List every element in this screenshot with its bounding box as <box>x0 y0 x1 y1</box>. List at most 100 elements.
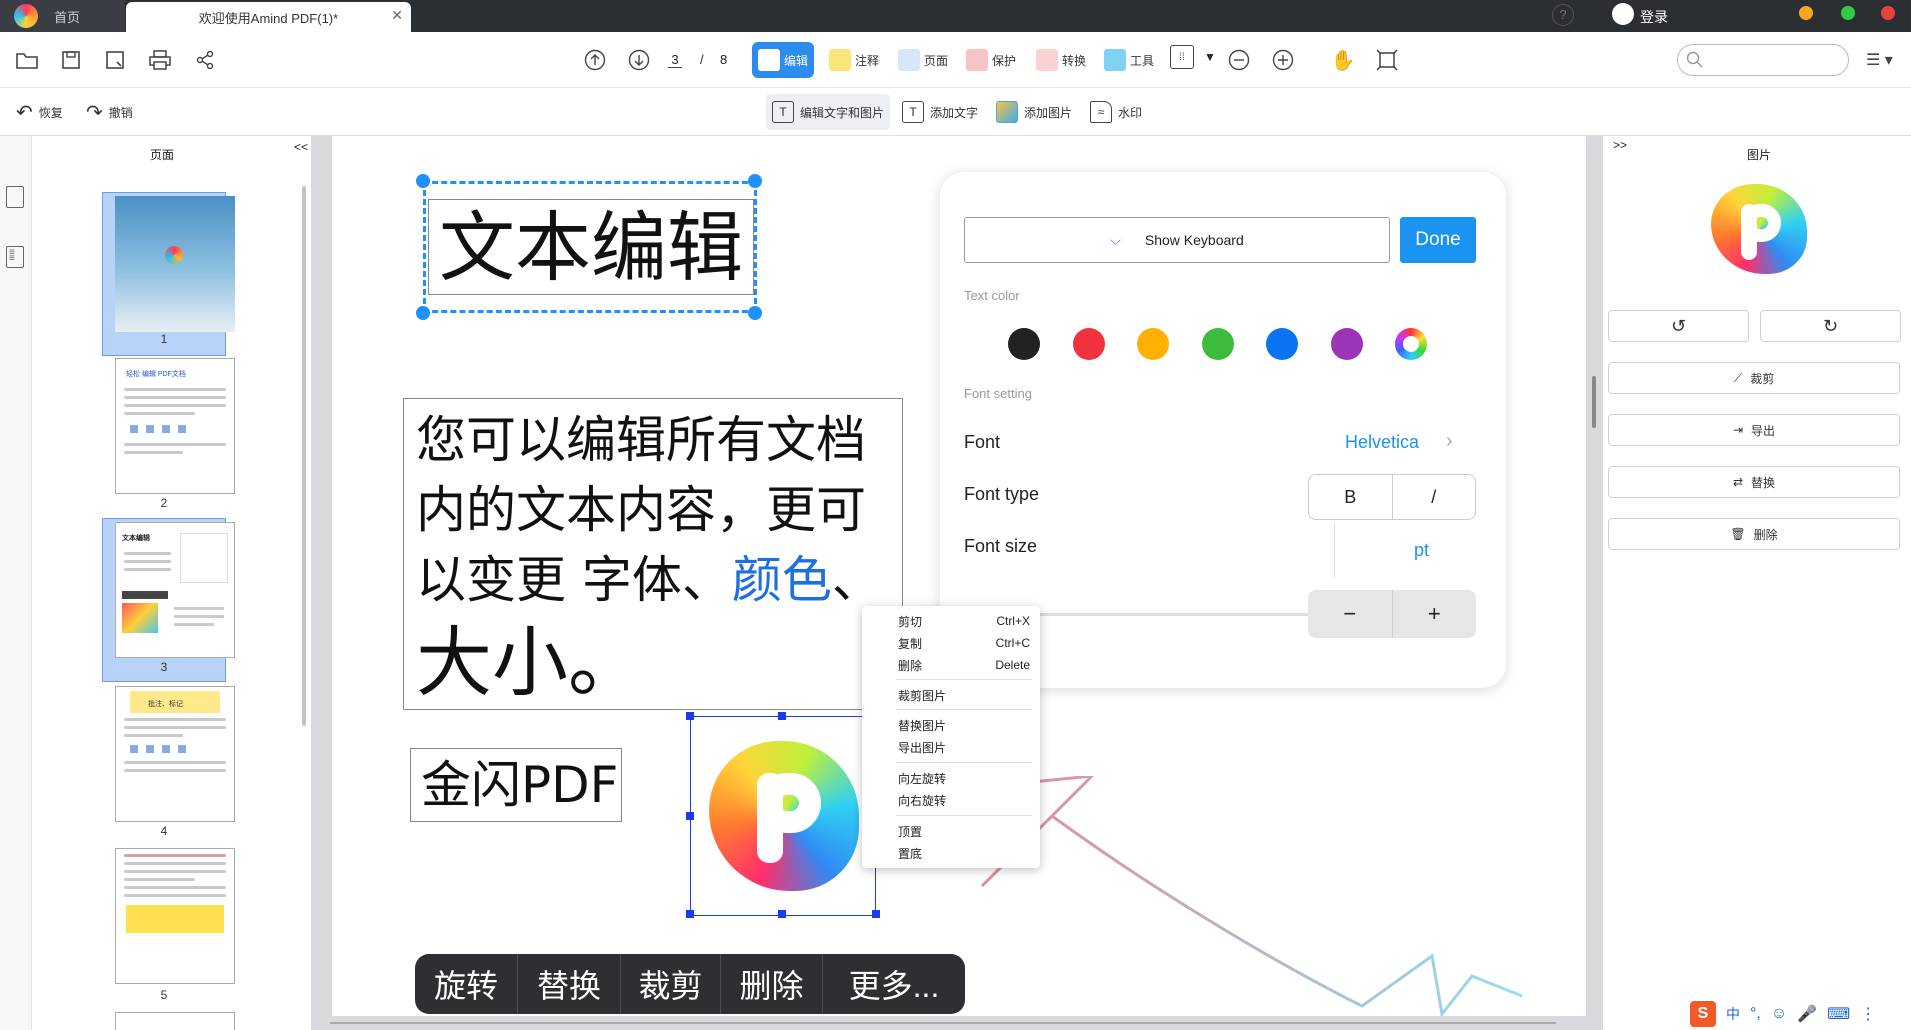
page-heading[interactable]: 文本编辑 <box>428 199 754 295</box>
selected-image[interactable] <box>690 716 876 916</box>
mode-tools[interactable]: 工具 <box>1098 42 1160 78</box>
rotate-left-button[interactable]: ↺ <box>1608 310 1749 342</box>
selection-handle[interactable] <box>416 174 430 188</box>
color-picker-icon[interactable] <box>1395 328 1427 360</box>
next-page-icon[interactable] <box>624 45 654 75</box>
previous-page-icon[interactable] <box>580 45 610 75</box>
open-folder-icon[interactable] <box>12 45 42 75</box>
menu-item-rotate-left[interactable]: 向左旋转 <box>898 767 1030 789</box>
color-swatch-blue[interactable] <box>1266 328 1298 360</box>
selection-handle[interactable] <box>748 174 762 188</box>
done-button[interactable]: Done <box>1400 217 1476 263</box>
image-handle[interactable] <box>872 910 880 918</box>
selection-handle[interactable] <box>416 306 430 320</box>
action-delete[interactable]: 删除 <box>721 954 823 1014</box>
tab-home[interactable]: 首页 <box>0 0 125 32</box>
color-swatch-purple[interactable] <box>1331 328 1363 360</box>
page-layout-icon[interactable]: ⁞⁞ <box>1170 45 1194 69</box>
mode-comment[interactable]: 注释 <box>823 42 885 78</box>
small-text-box[interactable]: 金闪PDF <box>410 748 622 822</box>
collapse-panel-button[interactable]: << <box>294 140 308 154</box>
login-button[interactable]: 登录 <box>1640 7 1668 27</box>
ime-emoji-icon[interactable]: ☺ <box>1771 1005 1787 1023</box>
image-handle[interactable] <box>686 712 694 720</box>
ime-punctuation-icon[interactable]: °, <box>1750 1005 1761 1023</box>
menu-item-crop-image[interactable]: 裁剪图片 <box>898 684 1030 706</box>
ime-language[interactable]: 中 <box>1726 1004 1740 1024</box>
menu-item-replace-image[interactable]: 替换图片 <box>898 714 1030 736</box>
thumbnail-1[interactable] <box>115 196 235 332</box>
user-avatar-icon[interactable] <box>1612 3 1634 25</box>
menu-item-delete[interactable]: 删除 Delete <box>898 654 1030 676</box>
color-swatch-green[interactable] <box>1202 328 1234 360</box>
menu-item-send-bottom[interactable]: 置底 <box>898 842 1030 864</box>
canvas-hscrollbar[interactable] <box>330 1022 1556 1024</box>
ime-menu-icon[interactable]: ⋮ <box>1860 1004 1876 1024</box>
mode-convert[interactable]: 转换 <box>1030 42 1092 78</box>
thumbnail-2[interactable]: 轻松 编辑 PDF文档 <box>115 358 235 494</box>
add-text-tool[interactable]: T 添加文字 <box>896 94 984 130</box>
color-swatch-red[interactable] <box>1073 328 1105 360</box>
layout-dropdown-icon[interactable]: ▼ <box>1204 50 1216 64</box>
redo-button[interactable]: ↷ 撤销 <box>80 94 139 130</box>
thumbnail-4[interactable]: 批注、标记 <box>115 686 235 822</box>
menu-item-copy[interactable]: 复制 Ctrl+C <box>898 632 1030 654</box>
fit-page-icon[interactable] <box>1372 45 1402 75</box>
font-size-unit[interactable]: pt <box>1414 540 1429 561</box>
menu-item-cut[interactable]: 剪切 Ctrl+X <box>898 610 1030 632</box>
outline-panel-icon[interactable]: ≡ ≡ <box>6 246 24 268</box>
maximize-button[interactable] <box>1841 6 1855 20</box>
ime-mic-icon[interactable]: 🎤 <box>1797 1004 1817 1024</box>
bold-button[interactable]: B <box>1309 475 1393 519</box>
action-rotate[interactable]: 旋转 <box>415 954 518 1014</box>
thumbnail-5[interactable] <box>115 848 235 984</box>
font-size-slider[interactable] <box>1000 613 1326 616</box>
canvas-scrollbar[interactable] <box>1592 376 1596 428</box>
body-text-box[interactable]: 您可以编辑所有文档 内的文本内容，更可 以变更 字体、颜色、 大小。 <box>403 398 903 710</box>
hand-tool-icon[interactable]: ✋ <box>1328 45 1358 75</box>
action-replace[interactable]: 替换 <box>518 954 621 1014</box>
replace-button[interactable]: ⇄ 替换 <box>1608 466 1900 498</box>
color-swatch-black[interactable] <box>1008 328 1040 360</box>
mode-protect[interactable]: 保护 <box>960 42 1022 78</box>
rotate-right-button[interactable]: ↻ <box>1760 310 1901 342</box>
help-icon[interactable]: ? <box>1552 4 1574 26</box>
expand-panel-button[interactable]: >> <box>1613 138 1627 152</box>
menu-item-export-image[interactable]: 导出图片 <box>898 736 1030 758</box>
pages-panel-icon[interactable] <box>6 186 24 208</box>
mode-page[interactable]: 页面 <box>892 42 954 78</box>
export-button[interactable]: ⇥ 导出 <box>1608 414 1900 446</box>
zoom-out-icon[interactable] <box>1224 45 1254 75</box>
show-keyboard-button[interactable]: ⌵ Show Keyboard <box>964 217 1390 263</box>
chevron-right-icon[interactable]: › <box>1446 430 1453 453</box>
search-input[interactable] <box>1677 44 1849 76</box>
image-handle[interactable] <box>686 812 694 820</box>
action-crop[interactable]: 裁剪 <box>621 954 721 1014</box>
menu-item-rotate-right[interactable]: 向右旋转 <box>898 789 1030 811</box>
minimize-button[interactable] <box>1799 6 1813 20</box>
image-handle[interactable] <box>686 910 694 918</box>
menu-icon[interactable]: ☰ ▾ <box>1866 50 1893 70</box>
edit-text-image-tool[interactable]: T 编辑文字和图片 <box>766 94 891 130</box>
add-image-tool[interactable]: 添加图片 <box>990 94 1078 130</box>
font-value[interactable]: Helvetica <box>1345 432 1419 453</box>
delete-button[interactable]: 🗑 删除 <box>1608 518 1900 550</box>
print-icon[interactable] <box>145 45 175 75</box>
action-more[interactable]: 更多... <box>823 954 965 1014</box>
save-as-icon[interactable] <box>100 45 130 75</box>
zoom-in-icon[interactable] <box>1268 45 1298 75</box>
thumbnail-scrollbar[interactable] <box>302 186 306 726</box>
mode-edit[interactable]: 编辑 <box>752 42 815 78</box>
undo-button[interactable]: ↶ 恢复 <box>10 94 69 130</box>
tab-document[interactable]: 欢迎使用Amind PDF(1)* ✕ <box>126 2 411 32</box>
menu-item-bring-top[interactable]: 顶置 <box>898 820 1030 842</box>
close-window-button[interactable] <box>1881 6 1895 20</box>
italic-button[interactable]: / <box>1393 475 1476 519</box>
selection-handle[interactable] <box>748 306 762 320</box>
share-icon[interactable] <box>190 45 220 75</box>
image-handle[interactable] <box>778 910 786 918</box>
decrease-size-button[interactable]: − <box>1308 590 1393 638</box>
watermark-tool[interactable]: ≈ 水印 <box>1084 94 1148 130</box>
ime-keyboard-icon[interactable]: ⌨ <box>1827 1004 1850 1024</box>
image-handle[interactable] <box>778 712 786 720</box>
